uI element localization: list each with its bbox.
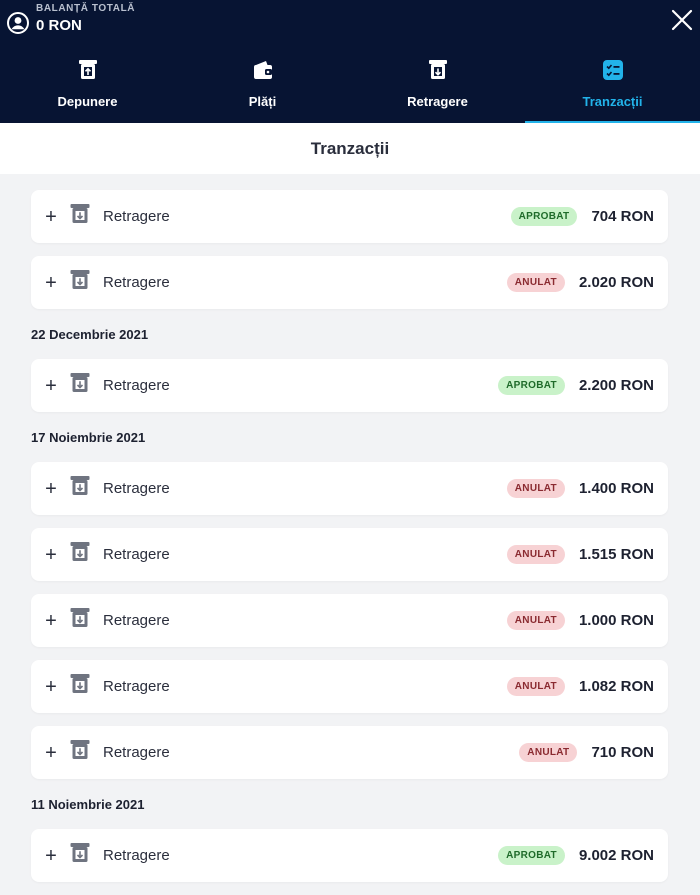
status-badge: ANULAT	[506, 273, 565, 292]
tab-label: Depunere	[57, 94, 118, 109]
date-heading: 22 Decembrie 2021	[31, 327, 149, 342]
transaction-amount: 2.020 RON	[578, 274, 654, 291]
status-badge: APROBAT	[498, 376, 565, 395]
transaction-type: Retragere	[103, 744, 170, 761]
balance-label: BALANȚĂ TOTALĂ	[36, 3, 136, 14]
withdraw-icon	[70, 269, 90, 289]
transaction-amount: 710 RON	[591, 744, 654, 761]
status-badge: ANULAT	[506, 677, 565, 696]
transaction-row[interactable]: + Retragere ANULAT 1.082 RON	[31, 660, 668, 713]
top-bar: BALANȚĂ TOTALĂ 0 RON Depunere Plăți Retr…	[0, 0, 700, 123]
wallet-icon	[251, 58, 275, 82]
withdraw-icon	[70, 203, 90, 223]
transaction-type: Retragere	[103, 546, 170, 563]
expand-icon[interactable]: +	[43, 207, 59, 227]
transaction-type: Retragere	[103, 377, 170, 394]
transaction-type: Retragere	[103, 612, 170, 629]
transaction-type: Retragere	[103, 208, 170, 225]
date-heading: 11 Noiembrie 2021	[31, 797, 145, 812]
date-heading: 17 Noiembrie 2021	[31, 430, 146, 445]
transaction-type: Retragere	[103, 274, 170, 291]
transaction-type: Retragere	[103, 480, 170, 497]
expand-icon[interactable]: +	[43, 846, 59, 866]
tab-retragere[interactable]: Retragere	[350, 58, 525, 123]
transaction-amount: 2.200 RON	[578, 377, 654, 394]
withdraw-icon	[70, 475, 90, 495]
transaction-amount: 1.515 RON	[578, 546, 654, 563]
transaction-row[interactable]: + Retragere APROBAT 704 RON	[31, 190, 668, 243]
status-badge: ANULAT	[519, 743, 578, 762]
expand-icon[interactable]: +	[43, 376, 59, 396]
transaction-amount: 1.000 RON	[578, 612, 654, 629]
status-badge: ANULAT	[506, 479, 565, 498]
status-badge: ANULAT	[506, 611, 565, 630]
transaction-amount: 704 RON	[591, 208, 654, 225]
transaction-type: Retragere	[103, 847, 170, 864]
tab-depunere[interactable]: Depunere	[0, 58, 175, 123]
transaction-amount: 9.002 RON	[578, 847, 654, 864]
withdraw-icon	[70, 607, 90, 627]
tab-plati[interactable]: Plăți	[175, 58, 350, 123]
expand-icon[interactable]: +	[43, 743, 59, 763]
expand-icon[interactable]: +	[43, 611, 59, 631]
withdraw-icon	[70, 372, 90, 392]
transaction-list: + Retragere APROBAT 704 RON + Retragere …	[31, 190, 668, 895]
withdraw-icon	[426, 58, 450, 82]
expand-icon[interactable]: +	[43, 677, 59, 697]
withdraw-icon	[70, 842, 90, 862]
withdraw-icon	[70, 673, 90, 693]
transaction-row[interactable]: + Retragere ANULAT 2.020 RON	[31, 256, 668, 309]
transaction-row[interactable]: + Retragere APROBAT 2.200 RON	[31, 359, 668, 412]
status-badge: APROBAT	[498, 846, 565, 865]
transaction-row[interactable]: + Retragere APROBAT 9.002 RON	[31, 829, 668, 882]
user-icon[interactable]	[7, 12, 29, 34]
tab-label: Plăți	[248, 94, 277, 109]
tab-label: Tranzacții	[582, 94, 643, 109]
tab-tranzactii[interactable]: Tranzacții	[525, 58, 700, 123]
close-icon[interactable]	[670, 8, 694, 32]
transaction-amount: 1.400 RON	[578, 480, 654, 497]
withdraw-icon	[70, 739, 90, 759]
status-badge: APROBAT	[510, 207, 578, 226]
tab-bar: Depunere Plăți Retragere Tranzacții	[0, 58, 700, 123]
balance-value: 0 RON	[36, 17, 82, 34]
transaction-row[interactable]: + Retragere ANULAT 1.400 RON	[31, 462, 668, 515]
page-title: Tranzacții	[310, 138, 390, 158]
expand-icon[interactable]: +	[43, 545, 59, 565]
transaction-row[interactable]: + Retragere ANULAT 1.515 RON	[31, 528, 668, 581]
deposit-icon	[76, 58, 100, 82]
expand-icon[interactable]: +	[43, 273, 59, 293]
balance-block: BALANȚĂ TOTALĂ 0 RON	[7, 3, 135, 34]
page-header: Tranzacții	[0, 123, 700, 174]
checklist-icon	[601, 58, 625, 82]
transaction-row[interactable]: + Retragere ANULAT 710 RON	[31, 726, 668, 779]
withdraw-icon	[70, 541, 90, 561]
status-badge: ANULAT	[506, 545, 565, 564]
expand-icon[interactable]: +	[43, 479, 59, 499]
tab-label: Retragere	[407, 94, 468, 109]
transaction-row[interactable]: + Retragere ANULAT 1.000 RON	[31, 594, 668, 647]
transaction-type: Retragere	[103, 678, 170, 695]
transaction-amount: 1.082 RON	[578, 678, 654, 695]
